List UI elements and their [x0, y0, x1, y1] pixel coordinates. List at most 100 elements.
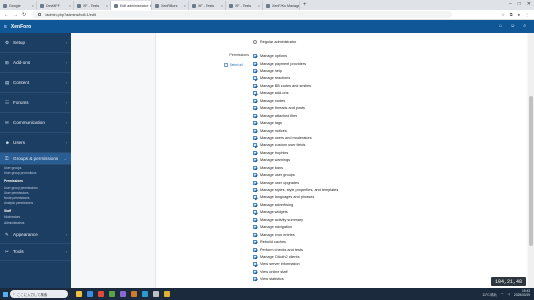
permission-checkbox[interactable] [253, 180, 257, 185]
chrome-icon[interactable] [98, 291, 104, 297]
permission-option[interactable]: Manage user groups [253, 171, 513, 178]
permission-option[interactable]: Perform checks and tests [253, 246, 513, 253]
start-button[interactable] [0, 288, 10, 300]
permission-option[interactable]: View server information [253, 261, 513, 268]
browser-tab[interactable]: XenF/Ku Manage >× [263, 1, 300, 10]
permission-checkbox[interactable] [253, 121, 257, 126]
permission-option[interactable]: Manage styles, style properties, and tem… [253, 186, 513, 193]
bookmark-icon[interactable]: ☆ [501, 12, 505, 17]
regular-admin-option[interactable]: Regular administrator [253, 38, 513, 45]
browser-tab[interactable]: Edit administrator: bolt | XenF× [111, 1, 152, 10]
permission-option[interactable]: Manage navigation [253, 224, 513, 231]
app-icon[interactable] [131, 291, 137, 297]
permission-checkbox[interactable] [253, 188, 257, 193]
permission-option[interactable]: Manage languages and phrases [253, 194, 513, 201]
permission-option[interactable]: Manage OAuth2 clients [253, 253, 513, 260]
permission-checkbox[interactable] [253, 232, 257, 237]
permission-checkbox[interactable] [253, 128, 257, 133]
reload-icon[interactable]: ↻ [22, 12, 26, 18]
taskbar-search[interactable]: ⌕ ここに入力して検索 [10, 290, 68, 298]
url-field[interactable]: /admin.php?admins/bolt.1/edit [32, 11, 453, 18]
permission-checkbox[interactable] [253, 277, 257, 282]
permission-option[interactable]: Manage attached files [253, 112, 513, 119]
close-tab-icon[interactable]: × [69, 4, 71, 8]
app-icon[interactable] [142, 291, 148, 297]
sidebar-section[interactable]: ✎ Appearance › [0, 227, 71, 244]
permission-option[interactable]: Manage reactions [253, 75, 513, 82]
permission-checkbox[interactable] [253, 247, 257, 252]
app-icon[interactable] [120, 291, 126, 297]
permission-option[interactable]: Manage advertising [253, 201, 513, 208]
permission-option[interactable]: View statistics [253, 276, 513, 283]
sidebar-section[interactable]: ✉ Communication › [0, 113, 71, 133]
permission-option[interactable]: Manage cron entries [253, 231, 513, 238]
permission-checkbox[interactable] [253, 91, 257, 96]
home-icon[interactable]: ⌂ [499, 23, 502, 29]
permission-option[interactable]: Manage options [253, 52, 513, 59]
scrollbar-thumb[interactable] [529, 96, 533, 246]
search-icon[interactable]: ⌕ [523, 23, 526, 29]
permission-checkbox[interactable] [253, 61, 257, 66]
permission-checkbox[interactable] [253, 240, 257, 245]
permission-option[interactable]: Manage custom user fields [253, 142, 513, 149]
sidebar-link[interactable]: Administrators [0, 219, 71, 225]
weather-text[interactable]: 11°C 晴れ [483, 292, 497, 297]
permission-checkbox[interactable] [253, 254, 257, 259]
permission-checkbox[interactable] [253, 225, 257, 230]
permission-option[interactable]: Manage BB codes and smilies [253, 82, 513, 89]
profile-icon[interactable]: ● [518, 12, 520, 17]
permission-checkbox[interactable] [253, 113, 257, 118]
permission-option[interactable]: View online staff [253, 268, 513, 275]
browser-tab[interactable]: Google × [0, 1, 37, 10]
permission-checkbox[interactable] [253, 165, 257, 170]
permission-option[interactable]: Manage threads and posts [253, 105, 513, 112]
permission-option[interactable]: Manage bans [253, 164, 513, 171]
permission-option[interactable]: Manage help [253, 67, 513, 74]
extensions-icon[interactable]: ⧉ [510, 12, 513, 17]
close-tab-icon[interactable]: × [184, 4, 186, 8]
forward-icon[interactable]: → [13, 12, 18, 18]
permission-option[interactable]: Manage user upgrades [253, 179, 513, 186]
permission-option[interactable]: Manage users and moderators [253, 134, 513, 141]
maximize-icon[interactable]: □ [518, 1, 521, 7]
sidebar-section[interactable]: ☻ Users › [0, 133, 71, 153]
permission-checkbox[interactable] [253, 150, 257, 155]
permission-checkbox[interactable] [253, 54, 257, 59]
select-all-toggle[interactable]: Select all [224, 63, 243, 67]
browser-tab[interactable]: XF - Tests × [74, 1, 111, 10]
permission-checkbox[interactable] [253, 269, 257, 274]
permission-checkbox[interactable] [253, 135, 257, 140]
permission-option[interactable]: Rebuild caches [253, 238, 513, 245]
permission-option[interactable]: Manage add-ons [253, 90, 513, 97]
close-tab-icon[interactable]: × [32, 4, 34, 8]
permission-option[interactable]: Manage payment providers [253, 60, 513, 67]
minimize-icon[interactable]: – [509, 1, 512, 7]
permission-checkbox[interactable] [253, 202, 257, 207]
back-icon[interactable]: ← [4, 12, 9, 18]
permission-checkbox[interactable] [253, 106, 257, 111]
browser-tab[interactable]: XenRBors × [152, 1, 189, 10]
sidebar-section[interactable]: ☷ Forums › [0, 93, 71, 113]
permission-checkbox[interactable] [253, 76, 257, 81]
logo[interactable]: ≡ XenForo [0, 20, 71, 33]
permission-option[interactable]: Manage tags [253, 119, 513, 126]
app-icon[interactable] [109, 291, 115, 297]
close-tab-icon[interactable]: × [258, 4, 260, 8]
clock[interactable]: 15:43 2025/03/19 [514, 289, 530, 298]
permission-option[interactable]: Manage widgets [253, 209, 513, 216]
sidebar-section[interactable]: ✂ Tools › [0, 244, 71, 261]
volume-icon[interactable]: ◁ [508, 292, 510, 296]
close-tab-icon[interactable]: × [106, 4, 108, 8]
hamburger-icon[interactable]: ≡ [4, 24, 7, 30]
menu-icon[interactable]: ⋮ [525, 12, 529, 17]
user-icon[interactable]: ☺ [510, 23, 515, 29]
permission-checkbox[interactable] [253, 143, 257, 148]
new-tab-icon[interactable]: + [303, 2, 307, 8]
sidebar-section[interactable]: ▤ Content › [0, 73, 71, 93]
permission-checkbox[interactable] [253, 195, 257, 200]
permission-option[interactable]: Manage activity summary [253, 216, 513, 223]
permission-checkbox[interactable] [253, 83, 257, 88]
app-icon[interactable] [153, 291, 159, 297]
select-all-checkbox[interactable] [224, 63, 228, 67]
browser-tab[interactable]: XF - Tests × [226, 1, 263, 10]
